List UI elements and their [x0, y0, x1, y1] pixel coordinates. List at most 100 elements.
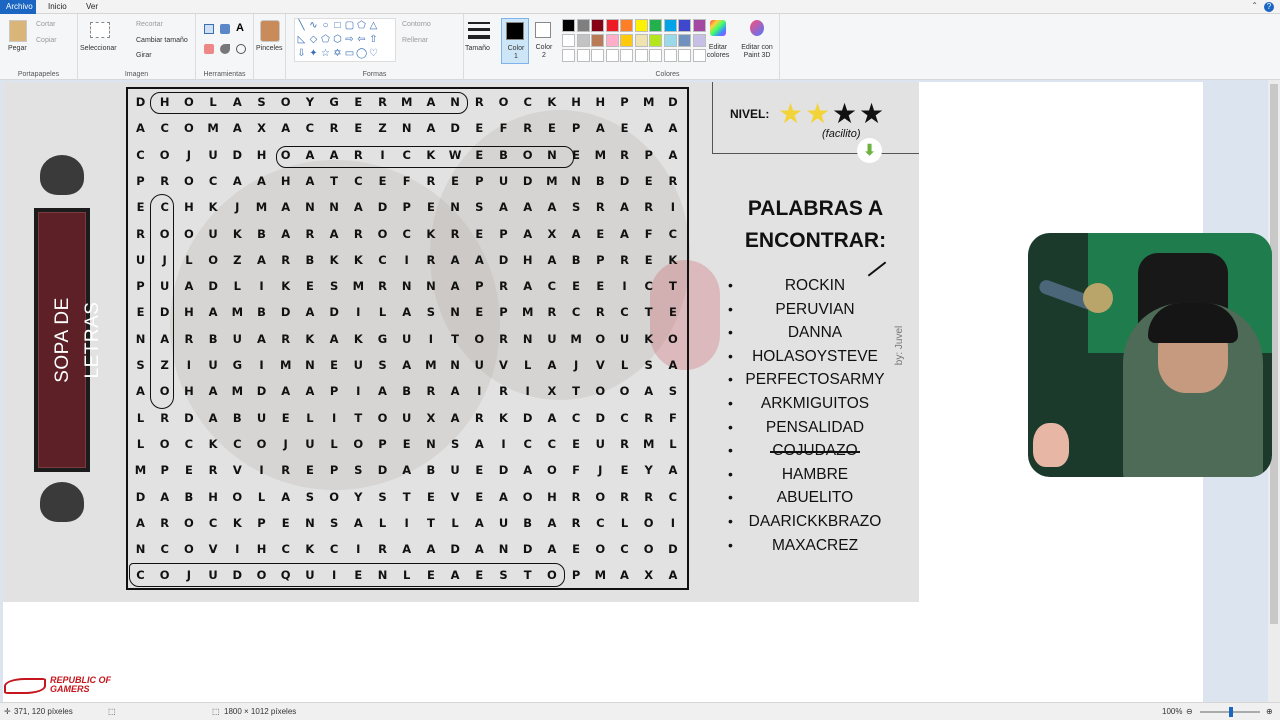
diamond-shape-icon[interactable]: ◇	[308, 34, 319, 45]
rounded-rect-shape-icon[interactable]: ▢	[344, 20, 355, 31]
copy-button[interactable]: Copiar	[36, 37, 57, 44]
palette-swatch[interactable]	[649, 19, 662, 32]
grid-letter: H	[184, 305, 194, 320]
triangle-shape-icon[interactable]: △	[368, 20, 379, 31]
polygon-shape-icon[interactable]: ⬠	[356, 20, 367, 31]
oval-shape-icon[interactable]: ○	[320, 20, 331, 31]
edit-colors-button[interactable]: Editar colores	[704, 44, 732, 60]
select-button[interactable]: Seleccionar	[80, 45, 117, 52]
palette-swatch[interactable]	[620, 34, 633, 47]
palette-swatch[interactable]	[678, 19, 691, 32]
paint3d-button[interactable]: Editar con Paint 3D	[738, 44, 776, 60]
paste-button[interactable]: Pegar	[8, 45, 27, 52]
brushes-button[interactable]: Pinceles	[256, 45, 282, 52]
grid-letter: R	[160, 515, 170, 530]
zoom-out-icon[interactable]: ⊖	[1186, 707, 1193, 716]
line-shape-icon[interactable]: ╲	[296, 20, 307, 31]
rectangle-shape-icon[interactable]: □	[332, 20, 343, 31]
arrow-up-shape-icon[interactable]: ⇧	[368, 34, 379, 45]
grid-letter: K	[305, 331, 315, 346]
custom-color-slot[interactable]	[620, 49, 633, 62]
palette-swatch[interactable]	[591, 19, 604, 32]
grid-letter: N	[450, 305, 460, 320]
brush-icon[interactable]	[260, 20, 280, 42]
custom-color-slot[interactable]	[649, 49, 662, 62]
palette-swatch[interactable]	[678, 34, 691, 47]
custom-color-slot[interactable]	[576, 49, 590, 62]
palette-swatch[interactable]	[620, 19, 633, 32]
color2-button[interactable]: Color 2	[532, 18, 556, 64]
crop-button[interactable]: Recortar	[136, 21, 163, 28]
tab-ver[interactable]: Ver	[80, 0, 104, 14]
palette-swatch[interactable]	[634, 19, 648, 32]
grid-letter: A	[450, 279, 460, 294]
custom-color-slot[interactable]	[562, 49, 575, 62]
custom-color-slot[interactable]	[605, 49, 619, 62]
paint3d-icon[interactable]	[750, 20, 764, 36]
zoom-in-icon[interactable]: ⊕	[1266, 707, 1273, 716]
edit-colors-icon[interactable]	[710, 20, 726, 36]
palette-swatch[interactable]	[576, 34, 590, 47]
outline-button[interactable]: Contorno	[402, 21, 431, 28]
rotate-button[interactable]: Girar	[136, 52, 152, 59]
collapse-ribbon-icon[interactable]: ⌃	[1251, 1, 1258, 10]
pentagon-shape-icon[interactable]: ⬠	[320, 34, 331, 45]
curve-shape-icon[interactable]: ∿	[308, 20, 319, 31]
rog-eye-icon	[4, 678, 46, 694]
palette-swatch[interactable]	[576, 19, 590, 32]
fill-button[interactable]: Rellenar	[402, 37, 428, 44]
eraser-icon[interactable]	[204, 44, 214, 54]
grid-letter: G	[377, 331, 388, 346]
help-icon[interactable]: ?	[1264, 2, 1274, 12]
star6-shape-icon[interactable]: ✡	[332, 48, 343, 59]
fill-icon[interactable]	[220, 24, 230, 34]
color-picker-icon[interactable]	[220, 44, 230, 54]
heart-shape-icon[interactable]: ♡	[368, 48, 379, 59]
arrow-left-shape-icon[interactable]: ⇦	[356, 34, 367, 45]
grid-letter: A	[378, 384, 387, 399]
tab-inicio[interactable]: Inicio	[42, 0, 73, 14]
word-item: PERUVIAN	[775, 300, 855, 318]
palette-swatch[interactable]	[562, 19, 575, 32]
palette-swatch[interactable]	[663, 19, 677, 32]
hexagon-shape-icon[interactable]: ⬡	[332, 34, 343, 45]
palette-swatch[interactable]	[663, 34, 677, 47]
palette-swatch[interactable]	[634, 34, 648, 47]
custom-color-slot[interactable]	[678, 49, 691, 62]
size-control[interactable]: Tamaño	[464, 14, 496, 80]
cut-button[interactable]: Cortar	[36, 21, 55, 28]
palette-swatch[interactable]	[605, 34, 619, 47]
arrow-right-shape-icon[interactable]: ⇨	[344, 34, 355, 45]
callout-rect-shape-icon[interactable]: ▭	[344, 48, 355, 59]
callout-oval-shape-icon[interactable]: ◯	[356, 48, 367, 59]
grid-letter: M	[352, 279, 365, 294]
palette-swatch[interactable]	[692, 19, 706, 32]
side-banner-inner: SOPA DE LETRAS	[38, 212, 103, 468]
star5-shape-icon[interactable]: ☆	[320, 48, 331, 59]
magnifier-icon[interactable]	[236, 44, 246, 54]
grid-letter: O	[159, 147, 170, 162]
text-icon[interactable]: A	[236, 22, 246, 34]
palette-swatch[interactable]	[591, 34, 604, 47]
grid-letter: L	[451, 515, 459, 530]
palette-swatch[interactable]	[605, 19, 619, 32]
pencil-icon[interactable]	[204, 24, 214, 34]
right-triangle-shape-icon[interactable]: ◺	[296, 34, 307, 45]
tab-archivo[interactable]: Archivo	[0, 0, 36, 14]
star4-shape-icon[interactable]: ✦	[308, 48, 319, 59]
grid-letter: L	[378, 515, 387, 530]
arrow-down-shape-icon[interactable]: ⇩	[296, 48, 307, 59]
section-portapapeles: Pegar Cortar Copiar Portapapeles	[0, 14, 78, 80]
paste-icon[interactable]	[9, 20, 27, 42]
grid-letter: E	[596, 226, 605, 241]
zoom-slider-thumb[interactable]	[1229, 707, 1233, 717]
palette-swatch[interactable]	[649, 34, 662, 47]
custom-color-slot[interactable]	[591, 49, 604, 62]
custom-color-slot[interactable]	[634, 49, 648, 62]
grid-letter: T	[330, 173, 339, 188]
custom-color-slot[interactable]	[663, 49, 677, 62]
palette-swatch[interactable]	[562, 34, 575, 47]
resize-button[interactable]: Cambiar tamaño	[136, 37, 188, 44]
select-icon[interactable]	[90, 22, 110, 38]
color1-button[interactable]: Color 1	[501, 18, 529, 64]
